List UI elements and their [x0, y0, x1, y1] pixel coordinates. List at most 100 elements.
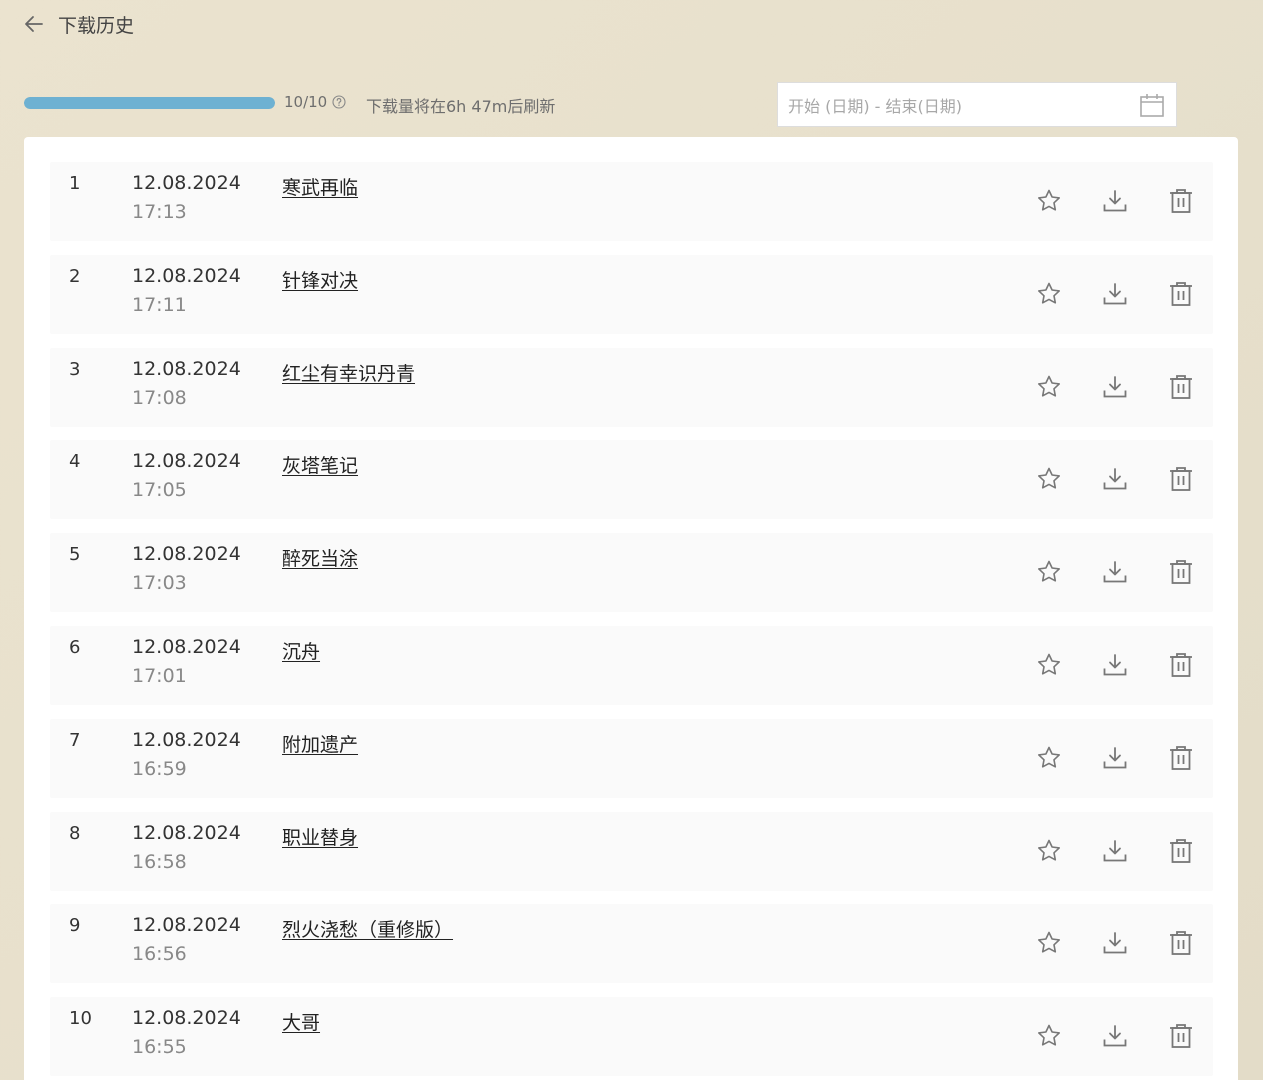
history-row: 5 12.08.2024 17:03 醉死当涂: [50, 533, 1213, 613]
history-row: 9 12.08.2024 16:56 烈火浇愁（重修版）: [50, 904, 1213, 984]
download-quota-progress: [24, 97, 275, 109]
download-icon[interactable]: [1101, 465, 1129, 493]
star-icon[interactable]: [1035, 837, 1063, 865]
history-row: 1 12.08.2024 17:13 寒武再临: [50, 162, 1213, 241]
download-icon[interactable]: [1101, 280, 1129, 308]
row-actions: [1035, 651, 1195, 679]
page-header: 下载历史: [22, 8, 134, 40]
row-index: 7: [69, 729, 81, 751]
book-title-link[interactable]: 职业替身: [282, 823, 358, 850]
book-title-link[interactable]: 针锋对决: [282, 266, 358, 293]
date-range-input[interactable]: 开始 (日期) - 结束(日期): [777, 82, 1177, 127]
book-title-link[interactable]: 烈火浇愁（重修版）: [282, 915, 453, 942]
row-index: 8: [69, 822, 81, 844]
row-date: 12.08.2024: [132, 172, 241, 194]
book-title-link[interactable]: 大哥: [282, 1008, 320, 1035]
row-index: 5: [69, 544, 81, 566]
quota-count-label: 10/10: [284, 93, 328, 111]
star-icon[interactable]: [1035, 651, 1063, 679]
row-actions: [1035, 187, 1195, 215]
history-row: 2 12.08.2024 17:11 针锋对决: [50, 254, 1213, 334]
row-time: 16:55: [132, 1036, 187, 1059]
row-index: 3: [69, 358, 81, 380]
row-time: 17:01: [132, 665, 187, 687]
history-row: 3 12.08.2024 17:08 红尘有幸识丹青: [50, 347, 1213, 427]
calendar-icon[interactable]: [1138, 91, 1166, 119]
row-time: 16:58: [132, 850, 187, 873]
row-time: 17:05: [132, 479, 187, 502]
row-actions: [1035, 558, 1195, 586]
star-icon[interactable]: [1035, 929, 1063, 957]
row-date: 12.08.2024: [132, 357, 241, 380]
trash-icon[interactable]: [1167, 837, 1195, 865]
row-time: 16:59: [132, 757, 187, 780]
download-icon[interactable]: [1101, 837, 1129, 865]
star-icon[interactable]: [1035, 1022, 1063, 1050]
book-title-link[interactable]: 附加遗产: [282, 730, 358, 757]
row-date: 12.08.2024: [132, 264, 241, 287]
row-index: 6: [69, 637, 81, 658]
row-actions: [1035, 837, 1195, 865]
history-row: 10 12.08.2024 16:55 大哥: [50, 997, 1213, 1077]
history-row: 8 12.08.2024 16:58 职业替身: [50, 811, 1213, 891]
row-date: 12.08.2024: [132, 450, 241, 473]
star-icon[interactable]: [1035, 465, 1063, 493]
row-date: 12.08.2024: [132, 543, 241, 566]
row-actions: [1035, 744, 1195, 772]
row-actions: [1035, 929, 1195, 957]
book-title-link[interactable]: 寒武再临: [282, 173, 358, 200]
trash-icon[interactable]: [1167, 651, 1195, 679]
trash-icon[interactable]: [1167, 373, 1195, 401]
row-index: 1: [69, 173, 81, 194]
history-row: 7 12.08.2024 16:59 附加遗产: [50, 718, 1213, 798]
row-index: 2: [69, 265, 81, 287]
star-icon[interactable]: [1035, 744, 1063, 772]
row-date: 12.08.2024: [132, 728, 241, 751]
row-time: 16:56: [132, 943, 187, 966]
help-icon[interactable]: [332, 95, 346, 109]
history-row: 4 12.08.2024 17:05 灰塔笔记: [50, 440, 1213, 520]
row-actions: [1035, 1022, 1195, 1050]
row-actions: [1035, 465, 1195, 493]
trash-icon[interactable]: [1167, 1022, 1195, 1050]
page-title: 下载历史: [58, 14, 135, 37]
quota-refresh-text: 下载量将在6h 47m后刷新: [366, 97, 556, 116]
star-icon[interactable]: [1035, 280, 1063, 308]
star-icon[interactable]: [1035, 373, 1063, 401]
download-icon[interactable]: [1101, 558, 1129, 586]
trash-icon[interactable]: [1167, 744, 1195, 772]
trash-icon[interactable]: [1167, 558, 1195, 586]
row-date: 12.08.2024: [132, 636, 241, 658]
star-icon[interactable]: [1035, 187, 1063, 215]
row-index: 9: [69, 915, 81, 937]
download-icon[interactable]: [1101, 1022, 1129, 1050]
download-icon[interactable]: [1101, 929, 1129, 957]
row-actions: [1035, 280, 1195, 308]
book-title-link[interactable]: 沉舟: [282, 637, 320, 664]
row-date: 12.08.2024: [132, 821, 241, 844]
download-icon[interactable]: [1101, 744, 1129, 772]
row-time: 17:03: [132, 572, 187, 595]
row-time: 17:11: [132, 293, 187, 316]
download-quota-fill: [24, 97, 275, 109]
star-icon[interactable]: [1035, 558, 1063, 586]
row-index: 10: [69, 1008, 92, 1030]
download-icon[interactable]: [1101, 187, 1129, 215]
trash-icon[interactable]: [1167, 465, 1195, 493]
row-index: 4: [69, 451, 81, 473]
date-range-placeholder: 开始 (日期) - 结束(日期): [788, 96, 963, 116]
history-row: 6 12.08.2024 17:01 沉舟: [50, 626, 1213, 705]
download-icon[interactable]: [1101, 373, 1129, 401]
arrow-left-icon[interactable]: [22, 12, 46, 36]
row-date: 12.08.2024: [132, 914, 241, 937]
row-time: 17:08: [132, 386, 187, 409]
trash-icon[interactable]: [1167, 187, 1195, 215]
book-title-link[interactable]: 醉死当涂: [282, 544, 358, 571]
download-history-list: 1 12.08.2024 17:13 寒武再临 2 12.08.2024 17:11 针锋对决…: [24, 137, 1238, 1080]
download-icon[interactable]: [1101, 651, 1129, 679]
book-title-link[interactable]: 灰塔笔记: [282, 451, 358, 478]
trash-icon[interactable]: [1167, 929, 1195, 957]
book-title-link[interactable]: 红尘有幸识丹青: [282, 359, 415, 386]
row-actions: [1035, 373, 1195, 401]
trash-icon[interactable]: [1167, 280, 1195, 308]
